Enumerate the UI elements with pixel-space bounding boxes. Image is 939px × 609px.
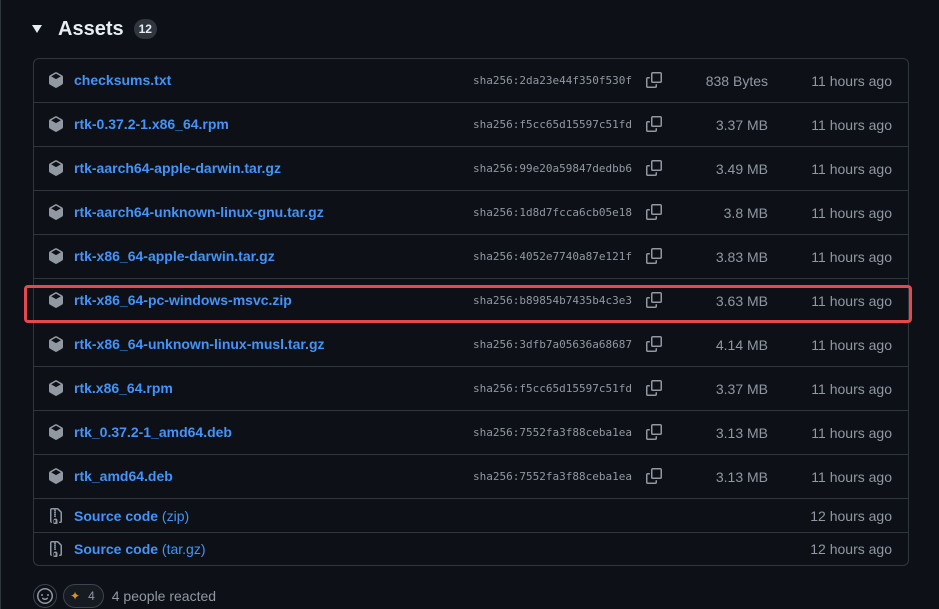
assets-header[interactable]: Assets 12: [30, 14, 157, 44]
asset-link[interactable]: checksums.txt: [74, 72, 171, 88]
content-border: [0, 0, 1, 609]
package-icon: [49, 468, 63, 484]
copy-icon[interactable]: [646, 204, 662, 220]
source-label: Source code: [74, 508, 159, 524]
asset-size: 3.63 MB: [715, 293, 768, 309]
asset-time: 11 hours ago: [811, 117, 892, 133]
asset-time: 11 hours ago: [811, 469, 892, 485]
package-icon: [49, 204, 63, 220]
asset-size: 3.49 MB: [715, 161, 768, 177]
caret-down-icon[interactable]: [32, 25, 42, 33]
asset-size: 3.83 MB: [715, 249, 768, 265]
asset-size: 4.14 MB: [715, 337, 768, 353]
assets-title: Assets: [58, 17, 124, 40]
package-icon: [49, 292, 63, 308]
release-assets-page: Assets 12 checksums.txt sha256:2da23e44f…: [0, 0, 939, 609]
package-icon: [49, 116, 63, 132]
asset-time: 11 hours ago: [811, 381, 892, 397]
copy-icon[interactable]: [646, 248, 662, 264]
source-targz-link[interactable]: Source code (tar.gz): [74, 541, 206, 557]
asset-hash: sha256:7552fa3f88ceba1ea: [473, 470, 632, 483]
asset-link[interactable]: rtk-x86_64-pc-windows-msvc.zip: [74, 292, 292, 308]
asset-size: 3.37 MB: [715, 117, 768, 133]
add-reaction-button[interactable]: [33, 584, 57, 608]
asset-hash: sha256:f5cc65d15597c51fd: [473, 382, 632, 395]
source-time: 12 hours ago: [810, 508, 892, 524]
copy-icon[interactable]: [646, 160, 662, 176]
source-zip-link[interactable]: Source code (zip): [74, 508, 189, 524]
asset-time: 11 hours ago: [811, 337, 892, 353]
asset-size: 838 Bytes: [705, 73, 768, 89]
package-icon: [49, 336, 63, 352]
asset-hash: sha256:f5cc65d15597c51fd: [473, 118, 632, 131]
file-zip-icon: [50, 541, 62, 557]
asset-hash: sha256:4052e7740a87e121f: [473, 250, 632, 263]
asset-time: 11 hours ago: [811, 425, 892, 441]
source-format: (zip): [161, 508, 190, 524]
copy-icon[interactable]: [646, 336, 662, 352]
asset-size: 3.13 MB: [715, 425, 768, 441]
asset-row: rtk_0.37.2-1_amd64.deb sha256:7552fa3f88…: [34, 411, 908, 455]
reactions-bar: ✦ 4 4 people reacted: [33, 583, 216, 609]
asset-hash: sha256:1d8d7fcca6cb05e18: [473, 206, 632, 219]
asset-link[interactable]: rtk-x86_64-unknown-linux-musl.tar.gz: [74, 336, 325, 352]
asset-size: 3.13 MB: [715, 469, 768, 485]
asset-row: rtk-x86_64-apple-darwin.tar.gz sha256:40…: [34, 235, 908, 279]
asset-time: 11 hours ago: [811, 249, 892, 265]
asset-size: 3.37 MB: [715, 381, 768, 397]
tada-icon: ✦: [70, 589, 81, 603]
asset-time: 11 hours ago: [811, 293, 892, 309]
package-icon: [49, 248, 63, 264]
tada-reaction-button[interactable]: ✦ 4: [63, 584, 104, 608]
copy-icon[interactable]: [646, 292, 662, 308]
asset-hash: sha256:7552fa3f88ceba1ea: [473, 426, 632, 439]
asset-link[interactable]: rtk-aarch64-apple-darwin.tar.gz: [74, 160, 281, 176]
source-format: (tar.gz): [161, 541, 206, 557]
asset-row: rtk-aarch64-unknown-linux-gnu.tar.gz sha…: [34, 191, 908, 235]
asset-row: checksums.txt sha256:2da23e44f350f530f 8…: [34, 59, 908, 103]
copy-icon[interactable]: [646, 116, 662, 132]
asset-row-highlighted: rtk-x86_64-pc-windows-msvc.zip sha256:b8…: [34, 279, 908, 323]
asset-link[interactable]: rtk.x86_64.rpm: [74, 380, 173, 396]
copy-icon[interactable]: [646, 72, 662, 88]
asset-row: rtk.x86_64.rpm sha256:f5cc65d15597c51fd …: [34, 367, 908, 411]
asset-time: 11 hours ago: [811, 161, 892, 177]
source-row: Source code (zip) 12 hours ago: [34, 499, 908, 533]
asset-link[interactable]: rtk-x86_64-apple-darwin.tar.gz: [74, 248, 275, 264]
copy-icon[interactable]: [646, 468, 662, 484]
package-icon: [49, 160, 63, 176]
asset-row: rtk_amd64.deb sha256:7552fa3f88ceba1ea 3…: [34, 455, 908, 499]
asset-link[interactable]: rtk-0.37.2-1.x86_64.rpm: [74, 116, 229, 132]
asset-time: 11 hours ago: [811, 205, 892, 221]
package-icon: [49, 380, 63, 396]
copy-icon[interactable]: [646, 380, 662, 396]
copy-icon[interactable]: [646, 424, 662, 440]
asset-time: 11 hours ago: [811, 73, 892, 89]
asset-hash: sha256:99e20a59847dedbb6: [473, 162, 632, 175]
asset-hash: sha256:b89854b7435b4c3e3: [473, 294, 632, 307]
asset-link[interactable]: rtk_0.37.2-1_amd64.deb: [74, 424, 232, 440]
assets-count-badge: 12: [133, 19, 157, 39]
tada-count: 4: [88, 589, 95, 603]
asset-link[interactable]: rtk-aarch64-unknown-linux-gnu.tar.gz: [74, 204, 324, 220]
asset-row: rtk-0.37.2-1.x86_64.rpm sha256:f5cc65d15…: [34, 103, 908, 147]
asset-row: rtk-aarch64-apple-darwin.tar.gz sha256:9…: [34, 147, 908, 191]
file-zip-icon: [50, 508, 62, 524]
asset-link[interactable]: rtk_amd64.deb: [74, 468, 173, 484]
source-row: Source code (tar.gz) 12 hours ago: [34, 533, 908, 565]
package-icon: [49, 72, 63, 88]
package-icon: [49, 424, 63, 440]
source-label: Source code: [74, 541, 159, 557]
smiley-icon: [37, 588, 53, 604]
source-time: 12 hours ago: [810, 541, 892, 557]
reactions-summary: 4 people reacted: [111, 588, 217, 604]
assets-list: checksums.txt sha256:2da23e44f350f530f 8…: [33, 58, 909, 566]
asset-size: 3.8 MB: [723, 205, 768, 221]
asset-hash: sha256:2da23e44f350f530f: [473, 74, 632, 87]
asset-row: rtk-x86_64-unknown-linux-musl.tar.gz sha…: [34, 323, 908, 367]
asset-hash: sha256:3dfb7a05636a68687: [473, 338, 632, 351]
